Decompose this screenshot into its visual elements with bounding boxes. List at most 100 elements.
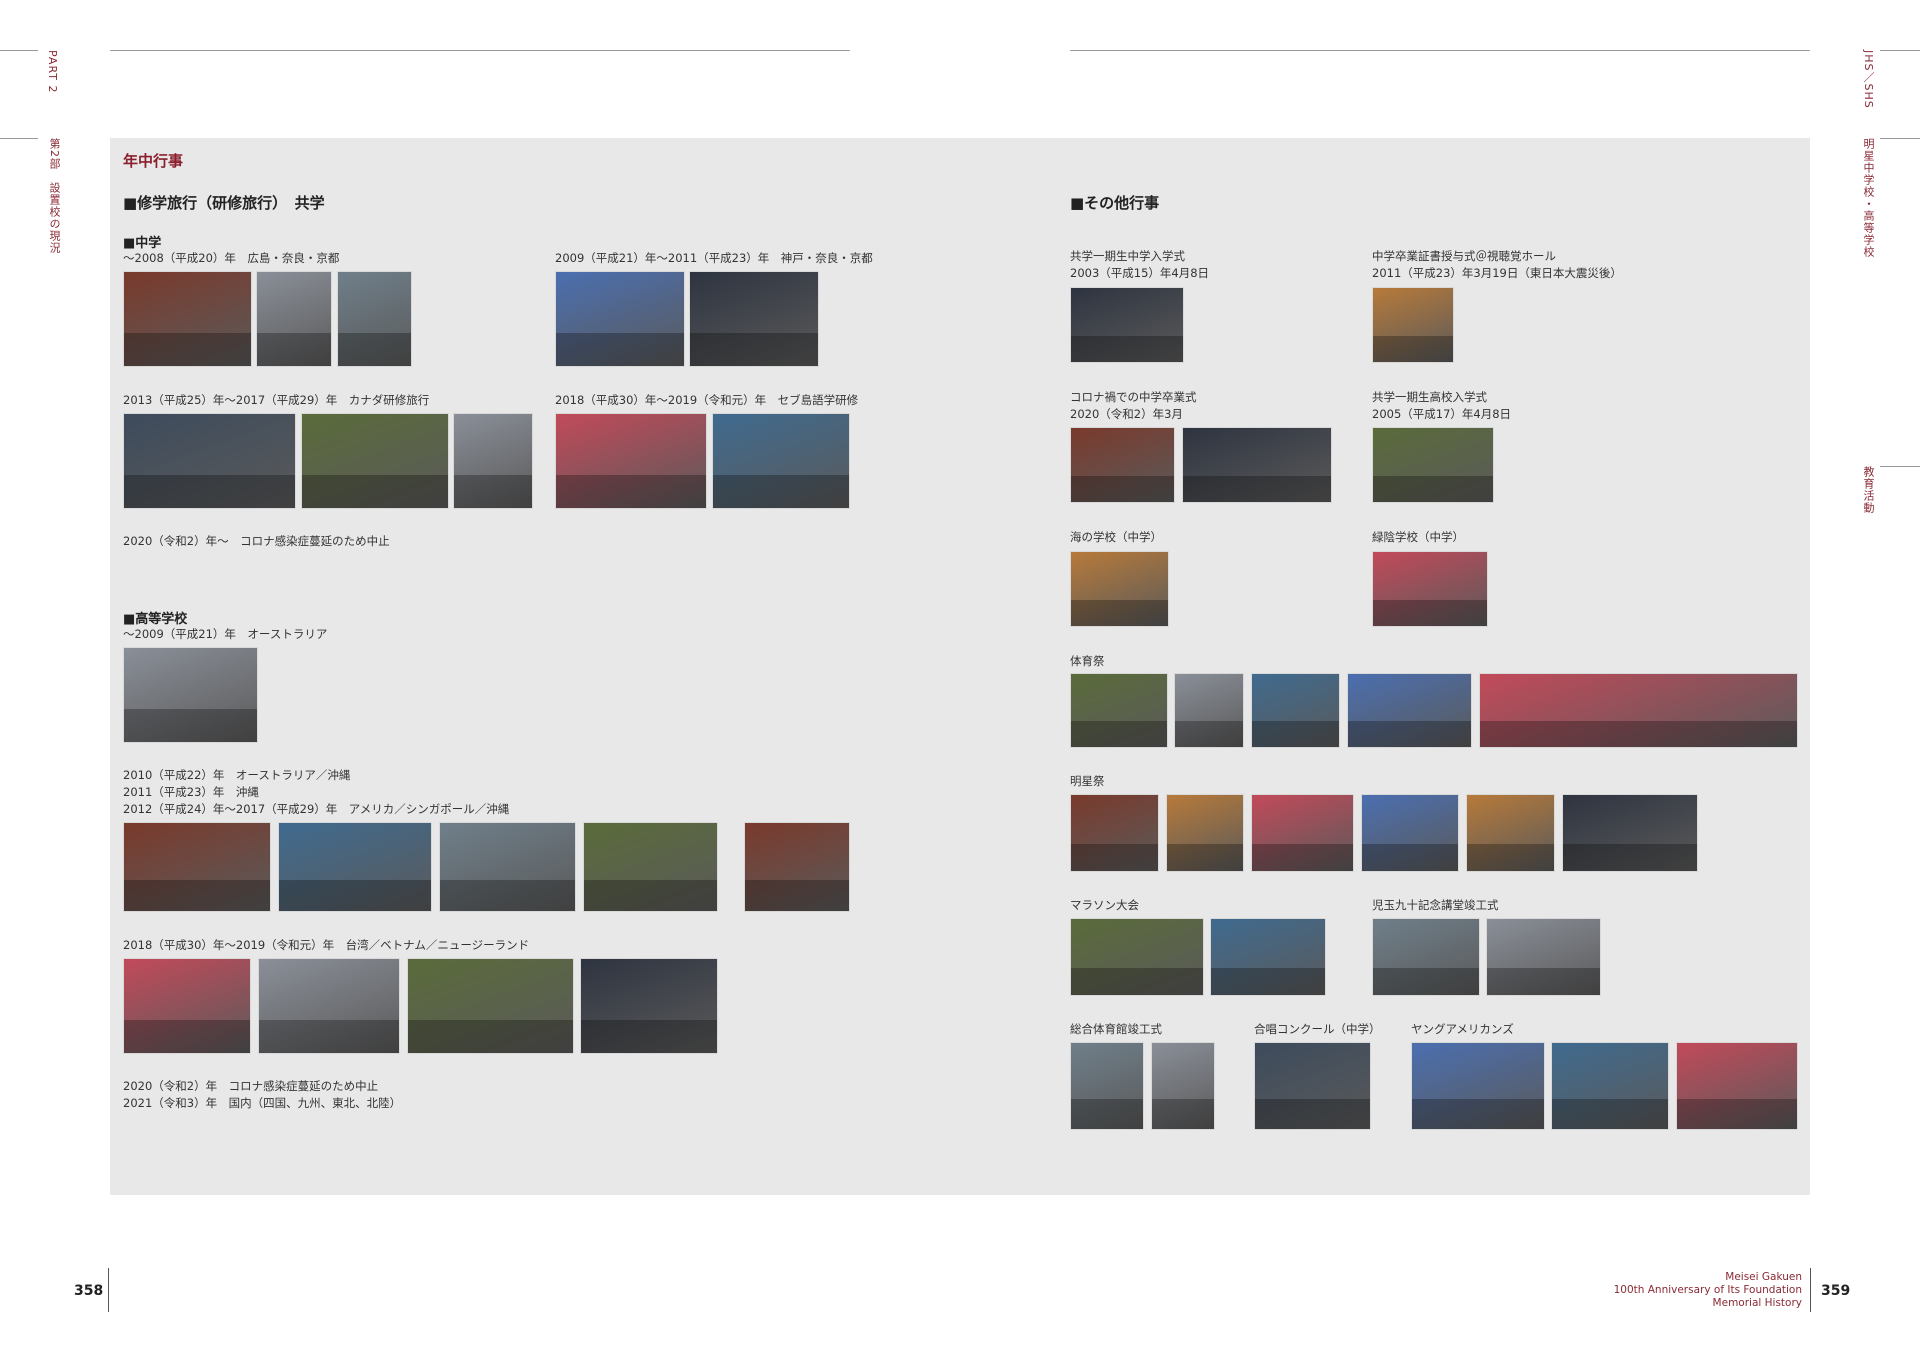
- photo-caption: 2018（平成30）年～2019（令和元）年 セブ島語学研修: [555, 393, 859, 407]
- photo-caption: 中学卒業証書授与式＠視聴覚ホール: [1372, 249, 1556, 263]
- photo: [439, 822, 576, 912]
- photo: [1479, 673, 1798, 748]
- header-rule: [1880, 50, 1920, 51]
- header-rule: [0, 138, 38, 139]
- photo-caption: 明星祭: [1070, 774, 1105, 788]
- page-divider: [108, 1268, 109, 1312]
- school-label: 明星中学校・高等学校: [1862, 138, 1875, 258]
- photo-caption: ～2008（平成20）年 広島・奈良・京都: [123, 251, 340, 265]
- photo: [744, 822, 850, 912]
- photo: [1174, 673, 1244, 748]
- photo: [337, 271, 412, 367]
- series-label: JHS／SHS: [1862, 50, 1875, 109]
- photo: [123, 413, 296, 509]
- section-label: 教育活動: [1862, 466, 1875, 514]
- photo: [1361, 794, 1459, 872]
- photo: [1372, 551, 1488, 627]
- photo-caption: 2005（平成17）年4月8日: [1372, 407, 1512, 421]
- photo: [580, 958, 718, 1054]
- part-label: PART 2: [46, 50, 59, 94]
- page-divider: [1810, 1268, 1811, 1312]
- chapter-label: 第2部 設置校の現況: [48, 138, 61, 254]
- photo: [256, 271, 332, 367]
- photo-caption: 2009（平成21）年～2011（平成23）年 神戸・奈良・京都: [555, 251, 873, 265]
- header-rule: [1880, 466, 1920, 467]
- photo-caption: マラソン大会: [1070, 898, 1139, 912]
- photo-caption: 2011（平成23）年 沖縄: [123, 785, 259, 799]
- photo-caption: 2010（平成22）年 オーストラリア／沖縄: [123, 768, 351, 782]
- header-rule: [0, 50, 38, 51]
- photo-caption: 児玉九十記念講堂竣工式: [1372, 898, 1499, 912]
- photo: [407, 958, 574, 1054]
- photo-caption: 共学一期生高校入学式: [1372, 390, 1487, 404]
- photo-caption: ヤングアメリカンズ: [1411, 1022, 1514, 1036]
- photo-caption: 総合体育館竣工式: [1070, 1022, 1162, 1036]
- trip-heading: ■修学旅行（研修旅行） 共学: [123, 194, 325, 212]
- photo: [1411, 1042, 1545, 1130]
- footer-line: 100th Anniversary of Its Foundation: [1613, 1284, 1802, 1296]
- photo: [1070, 287, 1184, 363]
- other-heading: ■その他行事: [1070, 194, 1160, 212]
- photo-caption: 2020（令和2）年3月: [1070, 407, 1183, 421]
- photo-caption: 2018（平成30）年～2019（令和元）年 台湾／ベトナム／ニュージーランド: [123, 938, 530, 952]
- photo-caption: 緑陰学校（中学）: [1372, 530, 1464, 544]
- photo: [278, 822, 432, 912]
- photo: [1254, 1042, 1371, 1130]
- jhs-heading: ■中学: [123, 236, 162, 251]
- footer-line: Meisei Gakuen: [1725, 1271, 1802, 1283]
- trip-note: 2020（令和2）年～ コロナ感染症蔓延のため中止: [123, 534, 390, 548]
- photo: [258, 958, 400, 1054]
- photo-caption: 海の学校（中学）: [1070, 530, 1162, 544]
- photo: [1070, 1042, 1144, 1130]
- photo: [712, 413, 850, 509]
- photo-caption: 2013（平成25）年～2017（平成29）年 カナダ研修旅行: [123, 393, 430, 407]
- page-number-left: 358: [74, 1283, 104, 1299]
- photo-caption: コロナ禍での中学卒業式: [1070, 390, 1197, 404]
- photo-caption: 2012（平成24）年～2017（平成29）年 アメリカ／シンガポール／沖縄: [123, 802, 510, 816]
- panel-title: 年中行事: [123, 152, 184, 170]
- photo: [1151, 1042, 1215, 1130]
- photo-caption: ～2009（平成21）年 オーストラリア: [123, 627, 328, 641]
- photo: [1486, 918, 1601, 996]
- photo: [1070, 918, 1204, 996]
- photo-caption: 2003（平成15）年4月8日: [1070, 266, 1210, 280]
- photo: [1466, 794, 1555, 872]
- photo: [1070, 673, 1168, 748]
- photo: [1251, 794, 1354, 872]
- photo: [1372, 287, 1454, 363]
- trip-note: 2021（令和3）年 国内（四国、九州、東北、北陸）: [123, 1096, 402, 1110]
- footer-text: Meisei Gakuen 100th Anniversary of Its F…: [1560, 1271, 1802, 1310]
- photo: [1070, 551, 1169, 627]
- photo: [1070, 794, 1159, 872]
- photo: [689, 271, 819, 367]
- page-number-right: 359: [1821, 1283, 1851, 1299]
- photo: [1372, 918, 1480, 996]
- photo: [555, 413, 707, 509]
- photo-caption: 合唱コンクール（中学）: [1254, 1022, 1381, 1036]
- photo: [1210, 918, 1326, 996]
- photo: [1182, 427, 1332, 503]
- photo: [1562, 794, 1698, 872]
- photo: [301, 413, 449, 509]
- photo: [1347, 673, 1472, 748]
- photo: [1676, 1042, 1798, 1130]
- footer-line: Memorial History: [1712, 1297, 1802, 1309]
- header-rule: [1070, 50, 1810, 51]
- photo: [555, 271, 685, 367]
- photo: [123, 822, 271, 912]
- shs-heading: ■高等学校: [123, 612, 188, 627]
- photo: [1166, 794, 1244, 872]
- photo: [1251, 673, 1340, 748]
- photo-caption: 共学一期生中学入学式: [1070, 249, 1185, 263]
- photo: [453, 413, 533, 509]
- trip-note: 2020（令和2）年 コロナ感染症蔓延のため中止: [123, 1079, 379, 1093]
- photo: [123, 271, 252, 367]
- photo: [1551, 1042, 1669, 1130]
- photo: [583, 822, 718, 912]
- photo: [1070, 427, 1175, 503]
- photo: [1372, 427, 1494, 503]
- photo: [123, 958, 251, 1054]
- photo-caption: 2011（平成23）年3月19日（東日本大震災後）: [1372, 266, 1622, 280]
- header-rule: [1880, 138, 1920, 139]
- photo-caption: 体育祭: [1070, 654, 1105, 668]
